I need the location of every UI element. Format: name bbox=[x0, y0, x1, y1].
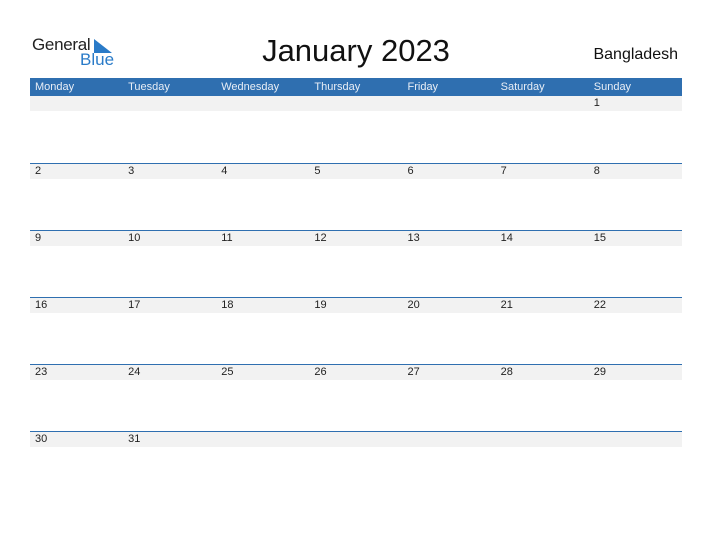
day-cell: 26 bbox=[314, 366, 327, 378]
day-cell: 27 bbox=[407, 366, 420, 378]
date-strip: 16 17 18 19 20 21 22 bbox=[30, 298, 682, 313]
weekday-saturday: Saturday bbox=[500, 81, 545, 93]
week-row: 2 3 4 5 6 7 8 bbox=[30, 163, 682, 230]
day-cell: 21 bbox=[500, 299, 513, 311]
week-row: 9 10 11 12 13 14 15 bbox=[30, 230, 682, 297]
day-cell: 7 bbox=[500, 165, 507, 177]
week-row: 1 bbox=[30, 96, 682, 163]
day-cell: 15 bbox=[593, 232, 606, 244]
day-cell bbox=[496, 96, 589, 111]
date-strip: 1 bbox=[30, 96, 682, 111]
day-cell bbox=[496, 432, 589, 447]
week-row: 23 24 25 26 27 28 29 bbox=[30, 364, 682, 431]
day-cell: 6 bbox=[407, 165, 414, 177]
day-cell bbox=[403, 432, 496, 447]
day-cell: 29 bbox=[593, 366, 606, 378]
day-cell: 11 bbox=[221, 232, 233, 244]
weekday-wednesday: Wednesday bbox=[221, 81, 280, 93]
day-cell: 31 bbox=[128, 433, 141, 445]
week-row: 30 31 bbox=[30, 431, 682, 498]
day-cell: 5 bbox=[314, 165, 321, 177]
day-cell bbox=[216, 96, 309, 111]
day-cell: 12 bbox=[314, 232, 327, 244]
weekday-sunday: Sunday bbox=[593, 81, 632, 93]
day-cell: 20 bbox=[407, 299, 420, 311]
day-cell: 9 bbox=[35, 232, 42, 244]
day-cell: 17 bbox=[128, 299, 141, 311]
day-cell bbox=[309, 96, 402, 111]
day-cell: 3 bbox=[128, 165, 135, 177]
day-cell bbox=[216, 432, 309, 447]
weekday-tuesday: Tuesday bbox=[128, 81, 170, 93]
date-strip: 30 31 bbox=[30, 432, 682, 447]
day-cell: 16 bbox=[35, 299, 48, 311]
day-cell: 14 bbox=[500, 232, 513, 244]
day-cell bbox=[309, 432, 402, 447]
day-cell bbox=[403, 96, 496, 111]
day-cell: 28 bbox=[500, 366, 513, 378]
date-strip: 9 10 11 12 13 14 15 bbox=[30, 231, 682, 246]
day-cell: 30 bbox=[35, 433, 48, 445]
day-cell: 25 bbox=[221, 366, 234, 378]
week-row: 16 17 18 19 20 21 22 bbox=[30, 297, 682, 364]
weekday-friday: Friday bbox=[407, 81, 439, 93]
calendar: Monday Tuesday Wednesday Thursday Friday… bbox=[30, 78, 682, 498]
day-cell: 10 bbox=[128, 232, 141, 244]
day-cell: 13 bbox=[407, 232, 420, 244]
weekday-header: Monday Tuesday Wednesday Thursday Friday… bbox=[30, 78, 682, 96]
day-cell: 19 bbox=[314, 299, 327, 311]
country-label: Bangladesh bbox=[593, 46, 678, 63]
day-cell: 2 bbox=[35, 165, 42, 177]
day-cell: 23 bbox=[35, 366, 48, 378]
weekday-thursday: Thursday bbox=[314, 81, 361, 93]
date-strip: 2 3 4 5 6 7 8 bbox=[30, 164, 682, 179]
weekday-monday: Monday bbox=[35, 81, 75, 93]
date-strip: 23 24 25 26 27 28 29 bbox=[30, 365, 682, 380]
day-cell: 4 bbox=[221, 165, 228, 177]
day-cell bbox=[30, 96, 123, 111]
day-cell: 22 bbox=[593, 299, 606, 311]
day-cell bbox=[123, 96, 216, 111]
day-cell: 18 bbox=[221, 299, 234, 311]
day-cell bbox=[589, 432, 682, 447]
day-cell: 8 bbox=[593, 165, 600, 177]
day-cell: 1 bbox=[593, 97, 600, 109]
day-cell: 24 bbox=[128, 366, 141, 378]
